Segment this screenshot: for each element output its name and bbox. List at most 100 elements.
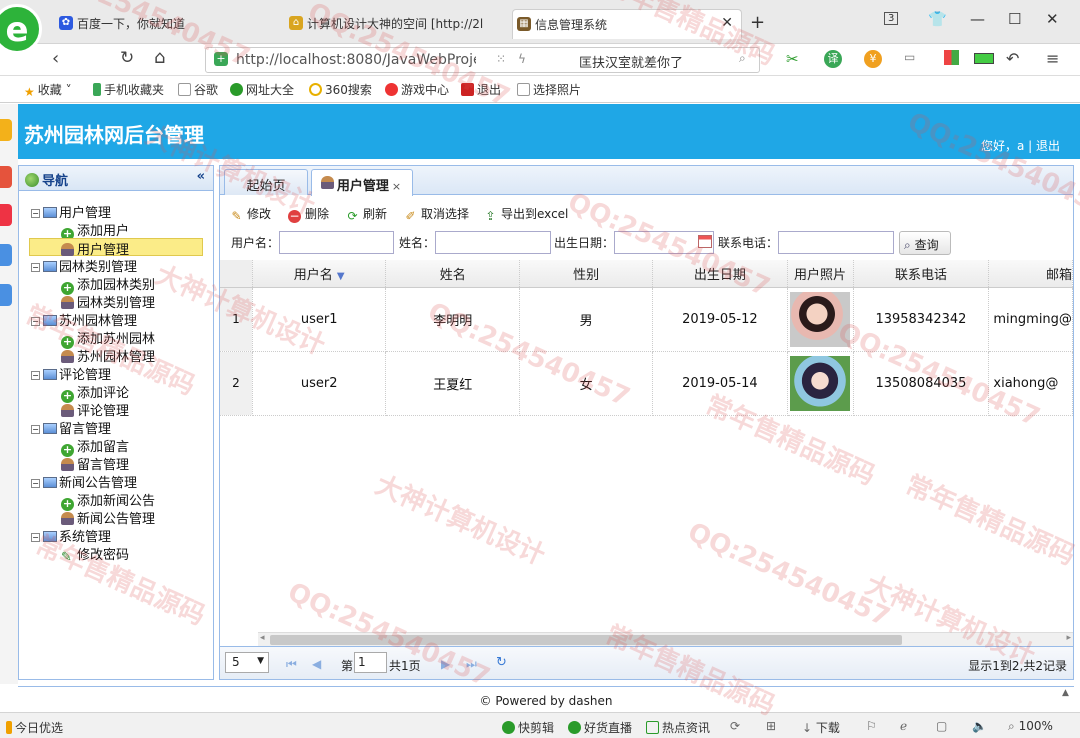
weibo-icon[interactable] (0, 204, 12, 226)
menu-icon[interactable]: ≡ (1046, 49, 1059, 68)
battery-icon[interactable] (974, 53, 994, 64)
sidebar-item[interactable]: 用户管理 (29, 238, 203, 258)
delete-button[interactable]: − 删除 (288, 205, 329, 223)
prev-page-icon[interactable]: ◀ (312, 657, 321, 671)
search-input[interactable]: 匡扶汉室就差你了 (579, 52, 683, 71)
column-header-gender[interactable]: 性别 (519, 260, 654, 288)
home-icon[interactable]: ⌂ (154, 47, 165, 68)
name-input[interactable] (435, 231, 551, 254)
column-header-username[interactable]: 用户名 ▼ (252, 260, 387, 288)
bookmark-mobile[interactable]: 手机收藏夹 (93, 81, 164, 98)
search-icon[interactable]: ⌕ (739, 51, 746, 66)
column-header-phone[interactable]: 联系电话 (853, 260, 990, 288)
calendar-icon[interactable] (698, 235, 712, 248)
first-page-icon[interactable]: ⏮ (286, 657, 297, 672)
query-button[interactable]: ⌕ 查询 (899, 231, 951, 255)
sidebar-item[interactable]: + 添加园林类别 (61, 274, 155, 295)
new-tab-icon[interactable]: + (750, 12, 765, 33)
speaker-icon[interactable]: 🔈 (972, 719, 987, 733)
tab-user-management[interactable]: 用户管理 × (311, 169, 413, 196)
bookmark-games[interactable]: 游戏中心 (385, 81, 449, 98)
cell-name[interactable]: 王夏红 (385, 351, 521, 416)
bookmark-exit[interactable]: 退出 (461, 81, 501, 98)
calculator-icon[interactable]: ⊞ (766, 719, 776, 733)
collapse-icon[interactable]: « (197, 169, 205, 184)
cell-username[interactable]: user1 (252, 287, 387, 352)
undo-icon[interactable]: ↶ (1006, 49, 1019, 68)
table-row[interactable]: 1 user1 李明明 男 2019-05-12 13958342342 min… (220, 287, 1073, 352)
sidebar-item[interactable]: 苏州园林管理 (61, 346, 155, 365)
nav-group[interactable]: − 苏州园林管理 (31, 310, 137, 329)
edit-button[interactable]: ✎ 修改 (230, 205, 271, 223)
page-number-input[interactable]: 1 (354, 652, 387, 673)
cell-email[interactable]: mingming@ (988, 287, 1073, 352)
next-page-icon[interactable]: ▶ (441, 657, 450, 671)
tree-toggle-icon[interactable]: − (31, 479, 40, 488)
export-excel-button[interactable]: ⇪ 导出到excel (484, 205, 568, 223)
apps-icon[interactable] (944, 50, 959, 65)
sidebar-item[interactable]: 新闻公告管理 (61, 508, 155, 527)
status-live[interactable]: 好货直播 (568, 719, 632, 736)
cell-username[interactable]: user2 (252, 351, 387, 416)
mail-icon[interactable] (0, 284, 12, 306)
sidebar-item[interactable]: + 添加苏州园林 (61, 328, 155, 349)
ie-icon[interactable]: ℯ (900, 719, 907, 733)
cell-gender[interactable]: 女 (519, 351, 654, 416)
status-download[interactable]: ↓ 下载 (802, 719, 840, 736)
reload-icon[interactable]: ↻ (120, 48, 134, 68)
chat-icon[interactable] (0, 244, 12, 266)
cell-phone[interactable]: 13508084035 (853, 351, 990, 416)
close-tab-icon[interactable]: ✕ (721, 15, 733, 31)
tree-toggle-icon[interactable]: − (31, 209, 40, 218)
nav-group[interactable]: − 评论管理 (31, 364, 111, 383)
unselect-button[interactable]: ✐ 取消选择 (404, 205, 469, 223)
close-window-icon[interactable]: ✕ (1046, 10, 1059, 28)
status-daily-picks[interactable]: 今日优选 (6, 719, 63, 736)
app-icon[interactable] (0, 166, 12, 188)
nav-group[interactable]: − 园林类别管理 (31, 256, 137, 275)
nav-group[interactable]: − 新闻公告管理 (31, 472, 137, 491)
cell-birth[interactable]: 2019-05-14 (652, 351, 788, 416)
table-row[interactable]: 2 user2 王夏红 女 2019-05-14 13508084035 xia… (220, 351, 1073, 416)
column-header-photo[interactable]: 用户照片 (787, 260, 854, 288)
last-page-icon[interactable]: ⏭ (466, 657, 477, 672)
bookmark-google[interactable]: 谷歌 (178, 81, 218, 98)
tree-toggle-icon[interactable]: − (31, 425, 40, 434)
refresh-icon[interactable]: ⟳ (730, 719, 740, 733)
tab-count-badge[interactable]: 3 (884, 12, 899, 25)
maximize-icon[interactable]: ☐ (1008, 10, 1021, 28)
sidebar-item[interactable]: + 添加留言 (61, 436, 129, 457)
tree-toggle-icon[interactable]: − (31, 263, 40, 272)
refresh-button[interactable]: ⟳ 刷新 (346, 205, 387, 223)
browser-tab-blog[interactable]: ⌂ 计算机设计大神的空间 [http://2l (285, 9, 510, 39)
column-header-email[interactable]: 邮箱 (988, 260, 1073, 288)
cell-birth[interactable]: 2019-05-12 (652, 287, 788, 352)
reload-icon[interactable]: ↻ (496, 655, 507, 670)
sidebar-item[interactable]: + 添加用户 (61, 220, 129, 241)
tab-home[interactable]: 起始页 (224, 169, 308, 195)
tree-toggle-icon[interactable]: − (31, 317, 40, 326)
cell-phone[interactable]: 13958342342 (853, 287, 990, 352)
coin-icon[interactable]: ¥ (864, 50, 882, 68)
sidebar-item[interactable]: 评论管理 (61, 400, 129, 419)
grid-icon[interactable]: ⁙ (496, 52, 506, 66)
browser-tab-active[interactable]: ▦ 信息管理系统 ✕ (512, 9, 742, 39)
user-greeting[interactable]: 您好，a | 退出 (981, 137, 1060, 154)
cell-photo[interactable] (787, 351, 854, 416)
bookmark-favorites[interactable]: ★ 收藏 ˅ (24, 81, 72, 99)
image-icon[interactable]: ▭ (904, 50, 915, 64)
bookmark-360[interactable]: 360搜索 (309, 81, 372, 98)
username-input[interactable] (279, 231, 394, 254)
bookmark-sites[interactable]: 网址大全 (230, 81, 294, 98)
scroll-up-icon[interactable]: ▲ (1062, 688, 1069, 698)
window-icon[interactable]: ▢ (936, 719, 947, 733)
status-news[interactable]: 热点资讯 (646, 719, 710, 736)
tree-toggle-icon[interactable]: − (31, 371, 40, 380)
scrollbar-thumb[interactable] (270, 635, 902, 645)
sidebar-item[interactable]: 园林类别管理 (61, 292, 155, 311)
nav-group[interactable]: − 系统管理 (31, 526, 111, 545)
status-quick-clip[interactable]: 快剪辑 (502, 719, 554, 736)
flag-icon[interactable]: ⚐ (866, 719, 877, 733)
sidebar-item[interactable]: + 添加新闻公告 (61, 490, 155, 511)
lightning-icon[interactable]: ϟ (518, 52, 526, 66)
